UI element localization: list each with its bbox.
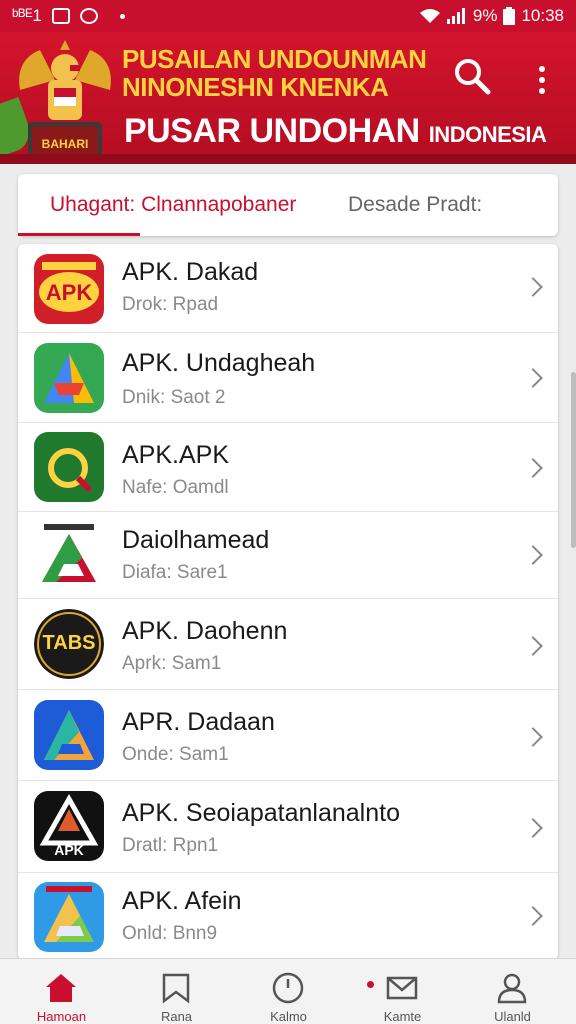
- svg-text:APK: APK: [46, 280, 93, 305]
- more-dot-icon: [539, 66, 545, 72]
- banner-main-title: PUSAR UNDOHAN INDONESIA: [124, 112, 547, 151]
- nav-bookmarks[interactable]: Rana: [119, 959, 234, 1024]
- app-subtitle: Aprk: Sam1: [122, 653, 222, 674]
- chevron-right-icon: [523, 727, 543, 747]
- app-subtitle: Diafa: Sare1: [122, 562, 228, 583]
- gallery-icon: [51, 8, 70, 24]
- blue-a-icon: [34, 700, 104, 770]
- shield-icon: [79, 8, 98, 24]
- app-name: APK. Afein: [122, 887, 242, 915]
- nav-history-label: Kalmo: [270, 1009, 307, 1024]
- tab-inactive-label: Desade Pradt:: [348, 193, 483, 216]
- nav-history[interactable]: Kalmo: [231, 959, 346, 1024]
- notification-dot-icon: [119, 13, 125, 19]
- clock-icon: [272, 972, 304, 1004]
- status-carrier: ᵇᴮᴱ1: [12, 6, 42, 25]
- more-dot-icon: [539, 77, 545, 83]
- banner-stripe: [0, 154, 576, 164]
- app-subtitle: Nafe: Oamdl: [122, 477, 229, 498]
- app-name: APK. Dakad: [122, 258, 259, 286]
- list-item[interactable]: APR. Dadaan Onde: Sam1: [18, 690, 558, 781]
- signal-icon: [446, 8, 465, 24]
- maps-a-icon: [34, 343, 104, 413]
- list-item[interactable]: APK. Afein Onld: Bnn9: [18, 873, 558, 960]
- search-icon: [455, 59, 491, 95]
- battery-percent: 9%: [472, 6, 498, 25]
- wifi-icon: [419, 9, 440, 23]
- nav-messages-label: Kamte: [383, 1009, 422, 1024]
- bookmark-icon: [162, 973, 190, 1004]
- chevron-right-icon: [523, 818, 543, 838]
- overflow-menu-button[interactable]: [530, 60, 554, 100]
- battery-icon: [503, 7, 516, 25]
- garuda-emblem-icon: BAHARI: [19, 40, 111, 160]
- triangle-a-icon: [34, 520, 104, 590]
- search-button[interactable]: [452, 56, 492, 96]
- nav-profile-label: Ulanld: [494, 1009, 531, 1024]
- app-header-banner: BAHARI PUSAILAN UNDOUNMAN NINONESHN KNEN…: [0, 32, 576, 164]
- user-icon: [497, 973, 527, 1004]
- app-name: APK. Seoiapatanlanalnto: [122, 799, 400, 827]
- unread-dot-icon: [367, 981, 374, 988]
- banner-main-title-text: PUSAR UNDOHAN: [124, 112, 420, 150]
- tabs-badge-icon: TABS: [34, 609, 104, 679]
- svg-text:APK: APK: [54, 842, 84, 858]
- tab-active-label: Uhagant: Clnannapobaner: [50, 193, 297, 216]
- chevron-right-icon: [523, 458, 543, 478]
- banner-main-title-small: INDONESIA: [428, 122, 547, 147]
- banner-title-line2: NINONESHN KNENKA: [122, 72, 389, 102]
- app-name: APK. Daohenn: [122, 617, 288, 645]
- nav-home[interactable]: Hamoan: [4, 959, 119, 1024]
- nav-messages[interactable]: Kamte: [345, 959, 460, 1024]
- clock-time: 10:38: [521, 6, 564, 25]
- list-item[interactable]: APK APK. Seoiapatanlanalnto Dratl: Rpn1: [18, 781, 558, 873]
- app-list: APK APK. Dakad Drok: Rpad APK. Undagheah…: [18, 244, 558, 960]
- tab-indicator: [18, 233, 140, 236]
- nav-home-label: Hamoan: [36, 1009, 87, 1024]
- chevron-right-icon: [523, 277, 543, 297]
- tab-active[interactable]: Uhagant: Clnannapobaner: [50, 174, 296, 236]
- chevron-right-icon: [523, 906, 543, 926]
- more-dot-icon: [539, 88, 545, 94]
- search-q-icon: [34, 432, 104, 502]
- app-subtitle: Dratl: Rpn1: [122, 835, 219, 856]
- svg-text:TABS: TABS: [43, 632, 96, 654]
- status-bar: ᵇᴮᴱ1 9% 10:38: [0, 0, 576, 32]
- black-apk-icon: APK: [34, 791, 104, 861]
- app-name: Daiolhamead: [122, 526, 270, 554]
- list-item[interactable]: APK.APK Nafe: Oamdl: [18, 423, 558, 512]
- list-item[interactable]: APK APK. Dakad Drok: Rpad: [18, 244, 558, 333]
- apk-badge-icon: APK: [34, 254, 104, 324]
- list-item[interactable]: Daiolhamead Diafa: Sare1: [18, 512, 558, 599]
- app-subtitle: Onde: Sam1: [122, 744, 229, 765]
- chevron-right-icon: [523, 545, 543, 565]
- app-subtitle: Onld: Bnn9: [122, 923, 218, 944]
- app-name: APK. Undagheah: [122, 349, 316, 377]
- scrollbar[interactable]: [571, 372, 576, 548]
- nav-profile[interactable]: Ulanld: [455, 959, 570, 1024]
- tab-inactive[interactable]: Desade Pradt:: [348, 174, 482, 236]
- app-name: APR. Dadaan: [122, 708, 275, 736]
- bottom-navigation: Hamoan Rana Kalmo Kamte Ulanld: [0, 958, 576, 1024]
- list-item[interactable]: TABS APK. Daohenn Aprk: Sam1: [18, 599, 558, 690]
- app-subtitle: Drok: Rpad: [122, 294, 219, 315]
- app-subtitle: Dnik: Saot 2: [122, 387, 226, 408]
- sky-a-icon: [34, 882, 104, 952]
- chevron-right-icon: [523, 368, 543, 388]
- banner-title-line1: PUSAILAN UNDOUNMAN: [122, 44, 427, 74]
- home-icon: [46, 974, 76, 1002]
- mail-icon: [386, 976, 418, 1000]
- svg-text:BAHARI: BAHARI: [42, 137, 89, 151]
- tab-bar: Uhagant: Clnannapobaner Desade Pradt:: [18, 174, 558, 236]
- nav-bookmarks-label: Rana: [160, 1009, 193, 1024]
- app-name: APK.APK: [122, 441, 229, 469]
- chevron-right-icon: [523, 636, 543, 656]
- list-item[interactable]: APK. Undagheah Dnik: Saot 2: [18, 333, 558, 423]
